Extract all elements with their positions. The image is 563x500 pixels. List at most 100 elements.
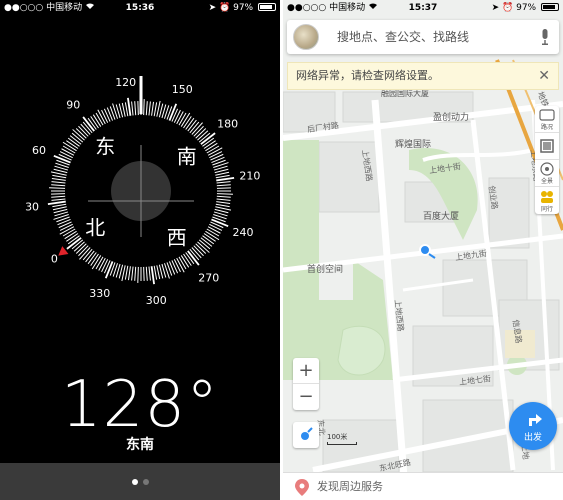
page-dot-active[interactable] [132, 479, 138, 485]
compass-tick [203, 140, 216, 149]
street-view-button[interactable]: 全景 [535, 160, 559, 187]
compass-tick [216, 201, 231, 205]
compass-degree-label: 120 [115, 76, 136, 89]
compass-tick [180, 255, 190, 268]
warning-text: 网络异常，请检查网络设置。 [296, 69, 439, 82]
compass-degree-label: 30 [25, 200, 39, 213]
compass-tick [209, 151, 223, 159]
compass-tick [90, 253, 99, 266]
status-bar: ●●○○○ 中国移动 15:37 ➤ ⏰ 97% [283, 0, 563, 16]
map-screen: 融园国际大厦 辉煌国际 盈创动力 百度大厦 首创空间 后厂村路 上地十街 上地西… [283, 0, 563, 500]
alarm-icon: ⏰ [502, 3, 514, 13]
compass-tick [153, 102, 158, 117]
map-place-label: 盈创动力 [433, 113, 470, 123]
compass-tick [216, 193, 233, 195]
compass-degree-label: 300 [146, 294, 167, 307]
compass-tick [216, 181, 231, 184]
compass-tick [53, 154, 71, 164]
go-button[interactable]: 出发 [509, 402, 557, 450]
compass-tick [173, 259, 181, 273]
alarm-icon: ⏰ [219, 3, 231, 13]
group-icon [541, 191, 553, 203]
heading-direction: 东南 [126, 437, 154, 453]
discover-nearby-label: 发现周边服务 [317, 480, 383, 493]
compass-tick [216, 177, 235, 182]
compass-tick [134, 266, 137, 281]
status-bar: ●●○○○ 中国移动 15:36 ➤ ⏰ 97% [0, 0, 280, 16]
compass-cardinal-east: 东 [95, 134, 115, 158]
locate-button[interactable] [293, 422, 319, 448]
compass-degree-label: 150 [172, 83, 193, 96]
compass-tick [211, 218, 229, 228]
compass-tick [66, 140, 79, 149]
map-place-label: 百度大厦 [423, 212, 460, 222]
compass-tick [215, 171, 230, 176]
location-arrow-icon: ➤ [208, 3, 217, 13]
compass-tick [59, 223, 73, 231]
compass-tick [103, 108, 111, 122]
search-bar[interactable]: 搜地点、查公交、找路线 [287, 20, 559, 54]
page-indicator [0, 463, 280, 500]
compass-tick [156, 265, 161, 280]
compass-tick [150, 266, 155, 285]
locate-icon [301, 427, 313, 440]
compass-tick [131, 101, 134, 116]
compass-tick [47, 200, 66, 205]
compass-tick [143, 99, 145, 116]
zoom-in-button[interactable]: + [293, 358, 319, 384]
group-travel-button[interactable]: 同行 [535, 187, 559, 214]
location-arrow-icon: ➤ [491, 3, 500, 13]
compass-tick [216, 184, 231, 187]
compass-tick [205, 142, 218, 152]
compass-cardinal-south: 南 [177, 144, 197, 168]
compass-tick [215, 203, 230, 208]
page-dot[interactable] [143, 479, 149, 485]
compass-tick [52, 206, 67, 211]
compass-tick [134, 101, 137, 116]
compass-tick [173, 109, 181, 123]
compass-tick [148, 266, 151, 281]
map-pin-icon [295, 479, 309, 496]
compass-tick [121, 102, 126, 117]
compass-tick [101, 109, 109, 123]
compass-tick [92, 114, 102, 127]
compass-degree-label: 60 [32, 144, 46, 157]
microphone-icon[interactable] [541, 29, 549, 45]
compass-tick [176, 111, 184, 125]
compass-tick [210, 153, 224, 161]
compass-tick [206, 228, 220, 237]
compass-tick [124, 102, 129, 117]
search-input[interactable]: 搜地点、查公交、找路线 [337, 20, 469, 54]
compass-screen: ●●○○○ 中国移动 15:36 ➤ ⏰ 97% 0 30 60 90 120 150 18… [0, 0, 280, 500]
avatar[interactable] [293, 24, 319, 50]
compass-tick [51, 181, 66, 184]
compass-tick [206, 145, 220, 154]
zoom-out-button[interactable]: − [293, 384, 319, 410]
compass-tick [95, 256, 104, 270]
compass-tick [62, 228, 76, 237]
discover-nearby-bar[interactable]: 发现周边服务 [283, 472, 563, 500]
compass-degree-label: 180 [217, 117, 238, 130]
compass-cardinal-west: 西 [167, 226, 187, 250]
compass-tick [127, 266, 131, 281]
layers-button[interactable] [535, 133, 559, 160]
compass-tick [95, 112, 104, 126]
compass-tick [62, 145, 76, 154]
map-side-toolbar: 路况 全景 同行 [535, 106, 559, 214]
battery-icon [258, 3, 276, 11]
compass-tick [61, 148, 75, 156]
map-place-label: 首创空间 [307, 265, 344, 275]
compass-tick [127, 97, 132, 116]
traffic-button[interactable]: 路况 [535, 106, 559, 133]
compass-tick [49, 187, 66, 189]
compass-tick [104, 261, 114, 279]
map-scale: 100米 [327, 432, 357, 445]
compass-tick [178, 256, 187, 270]
network-warning-banner: 网络异常，请检查网络设置。 ✕ [287, 62, 559, 90]
compass-tick [171, 260, 179, 274]
close-icon[interactable]: ✕ [538, 68, 550, 84]
compass-degree-label: 240 [232, 226, 253, 239]
compass-degree-label: 330 [89, 287, 110, 300]
compass-tick [51, 184, 66, 187]
compass-tick [52, 174, 67, 179]
